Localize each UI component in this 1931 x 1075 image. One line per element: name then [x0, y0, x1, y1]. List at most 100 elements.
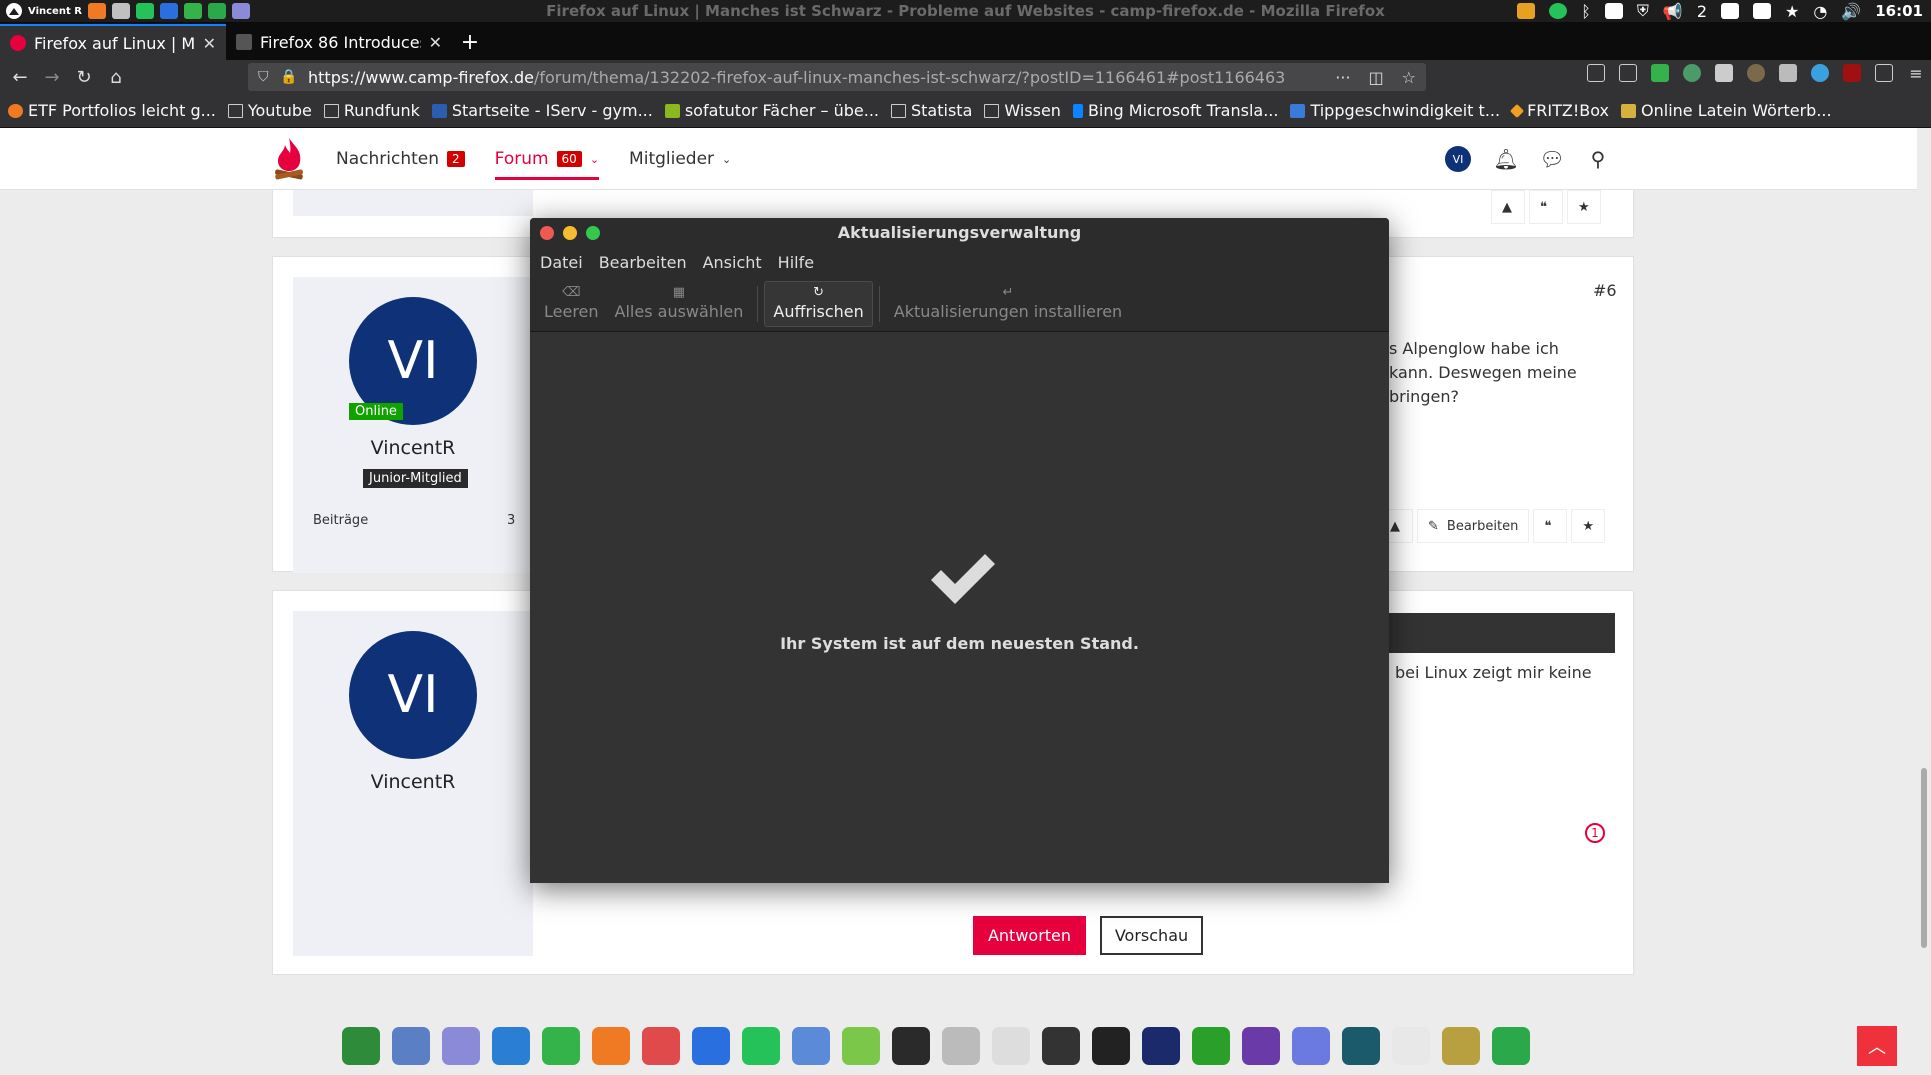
- apps-icon[interactable]: [112, 3, 130, 19]
- sidebar-icon[interactable]: [1619, 64, 1637, 82]
- keyboard-icon[interactable]: [1604, 3, 1623, 19]
- close-icon[interactable]: ✕: [429, 33, 442, 52]
- nav-members[interactable]: Mitglieder ⌄: [629, 128, 731, 190]
- shield-icon[interactable]: [1492, 1027, 1530, 1065]
- bookmark-folder[interactable]: Statista: [891, 101, 972, 120]
- posts-count[interactable]: 3: [507, 513, 515, 528]
- wifi-icon[interactable]: ◔: [1813, 2, 1827, 21]
- new-tab-button[interactable]: +: [452, 24, 488, 60]
- install-updates-button[interactable]: ↵ Aktualisierungen installieren: [886, 281, 1130, 327]
- scrollbar-thumb[interactable]: [1921, 768, 1927, 948]
- forward-button[interactable]: →: [36, 62, 68, 92]
- audacity-icon[interactable]: [1142, 1027, 1180, 1065]
- maximize-window-button[interactable]: [586, 226, 600, 240]
- folder-icon[interactable]: [792, 1027, 830, 1065]
- favorite-star-icon[interactable]: ★: [1567, 190, 1601, 224]
- calculator-icon[interactable]: [1042, 1027, 1080, 1065]
- bookmark-folder[interactable]: Wissen: [984, 101, 1061, 120]
- signal-icon[interactable]: [160, 3, 178, 19]
- calc-icon[interactable]: [542, 1027, 580, 1065]
- bookmark-item[interactable]: Startseite - IServ - gym...: [431, 101, 653, 120]
- menu-file[interactable]: Datei: [540, 253, 583, 272]
- mail-icon[interactable]: [392, 1027, 430, 1065]
- home-button[interactable]: ⌂: [100, 62, 132, 92]
- author-name[interactable]: VincentR: [353, 437, 473, 459]
- photos-icon[interactable]: [642, 1027, 680, 1065]
- maps-icon[interactable]: [1442, 1027, 1480, 1065]
- report-icon[interactable]: ▲: [1491, 190, 1525, 224]
- bookmark-folder[interactable]: Youtube: [227, 101, 312, 120]
- page-scrollbar[interactable]: [1917, 128, 1931, 1015]
- nav-news[interactable]: Nachrichten 2: [336, 128, 465, 190]
- whatsapp-tray-icon[interactable]: [1549, 3, 1568, 19]
- close-icon[interactable]: ✕: [203, 34, 216, 53]
- bookmark-item[interactable]: sofatutor Fächer – übe...: [664, 101, 879, 120]
- clear-button[interactable]: ⌫ Leeren: [536, 281, 607, 327]
- author-name[interactable]: VincentR: [353, 771, 473, 793]
- tab-camp-firefox[interactable]: Firefox auf Linux | Manches ist Schwarz …: [0, 24, 226, 60]
- url-bar[interactable]: ⛉ 🔒 https://www.camp-firefox.de/forum/th…: [248, 63, 1426, 91]
- author-avatar[interactable]: VI: [349, 631, 477, 759]
- bookmark-item[interactable]: Tippgeschwindigkeit t...: [1290, 101, 1500, 120]
- extension-brown-icon[interactable]: [1747, 64, 1765, 82]
- spreadsheet-icon[interactable]: [184, 3, 202, 19]
- quote-icon[interactable]: ❝: [1529, 190, 1563, 224]
- camp-firefox-logo-icon[interactable]: [272, 136, 306, 182]
- settings-icon[interactable]: [942, 1027, 980, 1065]
- clipboard-icon[interactable]: [1753, 3, 1772, 19]
- bookmark-star-icon[interactable]: ☆: [1402, 68, 1416, 87]
- user-menu[interactable]: Vincent R: [0, 3, 88, 19]
- extension-translate-icon[interactable]: [1779, 64, 1797, 82]
- extension-green-icon[interactable]: [1651, 64, 1669, 82]
- menu-view[interactable]: Ansicht: [703, 253, 762, 272]
- clock-icon[interactable]: [992, 1027, 1030, 1065]
- url-text[interactable]: https://www.camp-firefox.de/forum/thema/…: [308, 68, 1285, 87]
- extension-mask-icon[interactable]: [1715, 64, 1733, 82]
- favorite-star-icon[interactable]: ★: [1571, 509, 1606, 543]
- firefox-icon[interactable]: [592, 1027, 630, 1065]
- search-icon[interactable]: ⚲: [1587, 147, 1609, 171]
- extensions-menu-icon[interactable]: [1875, 64, 1893, 82]
- extension-circle-icon[interactable]: [1683, 64, 1701, 82]
- discord-icon[interactable]: [1292, 1027, 1330, 1065]
- bookmark-item[interactable]: FRITZ!Box: [1510, 101, 1609, 120]
- extension-rainbow-icon[interactable]: [1811, 64, 1829, 82]
- refresh-button[interactable]: ↻ Auffrischen: [764, 280, 873, 327]
- shield-tray-icon[interactable]: ⛨: [1637, 1, 1649, 21]
- stack-icon[interactable]: [1242, 1027, 1280, 1065]
- scroll-to-top-button[interactable]: ︿: [1857, 1026, 1897, 1066]
- post-number[interactable]: #6: [1593, 281, 1617, 300]
- select-all-button[interactable]: ▦ Alles auswählen: [607, 281, 752, 327]
- preview-button[interactable]: Vorschau: [1100, 916, 1203, 955]
- ublock-icon[interactable]: [1843, 64, 1861, 82]
- writer-icon[interactable]: [492, 1027, 530, 1065]
- vpn-icon[interactable]: [208, 3, 226, 19]
- whatsapp-icon[interactable]: [742, 1027, 780, 1065]
- pocket-icon[interactable]: ◫: [1369, 68, 1384, 87]
- printer-icon[interactable]: [1721, 3, 1740, 19]
- quote-icon[interactable]: ❝: [1533, 509, 1568, 543]
- spreadsheet-icon[interactable]: [342, 1027, 380, 1065]
- back-button[interactable]: ←: [4, 62, 36, 92]
- nav-forum[interactable]: Forum 60 ⌄: [494, 128, 600, 190]
- menu-edit[interactable]: Bearbeiten: [599, 253, 687, 272]
- files-icon[interactable]: [88, 3, 106, 19]
- star-icon[interactable]: ★: [1785, 2, 1799, 21]
- tray-app-icon[interactable]: [1517, 3, 1536, 19]
- bluetooth-icon[interactable]: ᛒ: [1581, 2, 1591, 21]
- edit-button[interactable]: ✎ Bearbeiten: [1417, 509, 1530, 543]
- dialog-titlebar[interactable]: Aktualisierungsverwaltung: [530, 218, 1389, 248]
- bookmark-item[interactable]: Online Latein Wörterb...: [1621, 101, 1832, 120]
- whatsapp-icon[interactable]: [136, 3, 154, 19]
- conversations-icon[interactable]: 💬︎: [1539, 147, 1564, 171]
- tracking-protection-icon[interactable]: ⛉: [258, 69, 274, 85]
- notifications-icon[interactable]: 📢: [1663, 2, 1683, 21]
- user-avatar[interactable]: VI: [1445, 146, 1471, 172]
- volume-icon[interactable]: 🔊: [1841, 2, 1861, 21]
- tab-firefox86[interactable]: Firefox 86 Introduces Total Cookie Prote…: [226, 24, 452, 60]
- bell-icon[interactable]: 🔔︎: [1493, 147, 1518, 171]
- notes-icon[interactable]: [232, 3, 250, 19]
- obs-icon[interactable]: [1092, 1027, 1130, 1065]
- editor-text[interactable]: bei Linux zeigt mir keine: [1395, 661, 1592, 685]
- menu-help[interactable]: Hilfe: [778, 253, 814, 272]
